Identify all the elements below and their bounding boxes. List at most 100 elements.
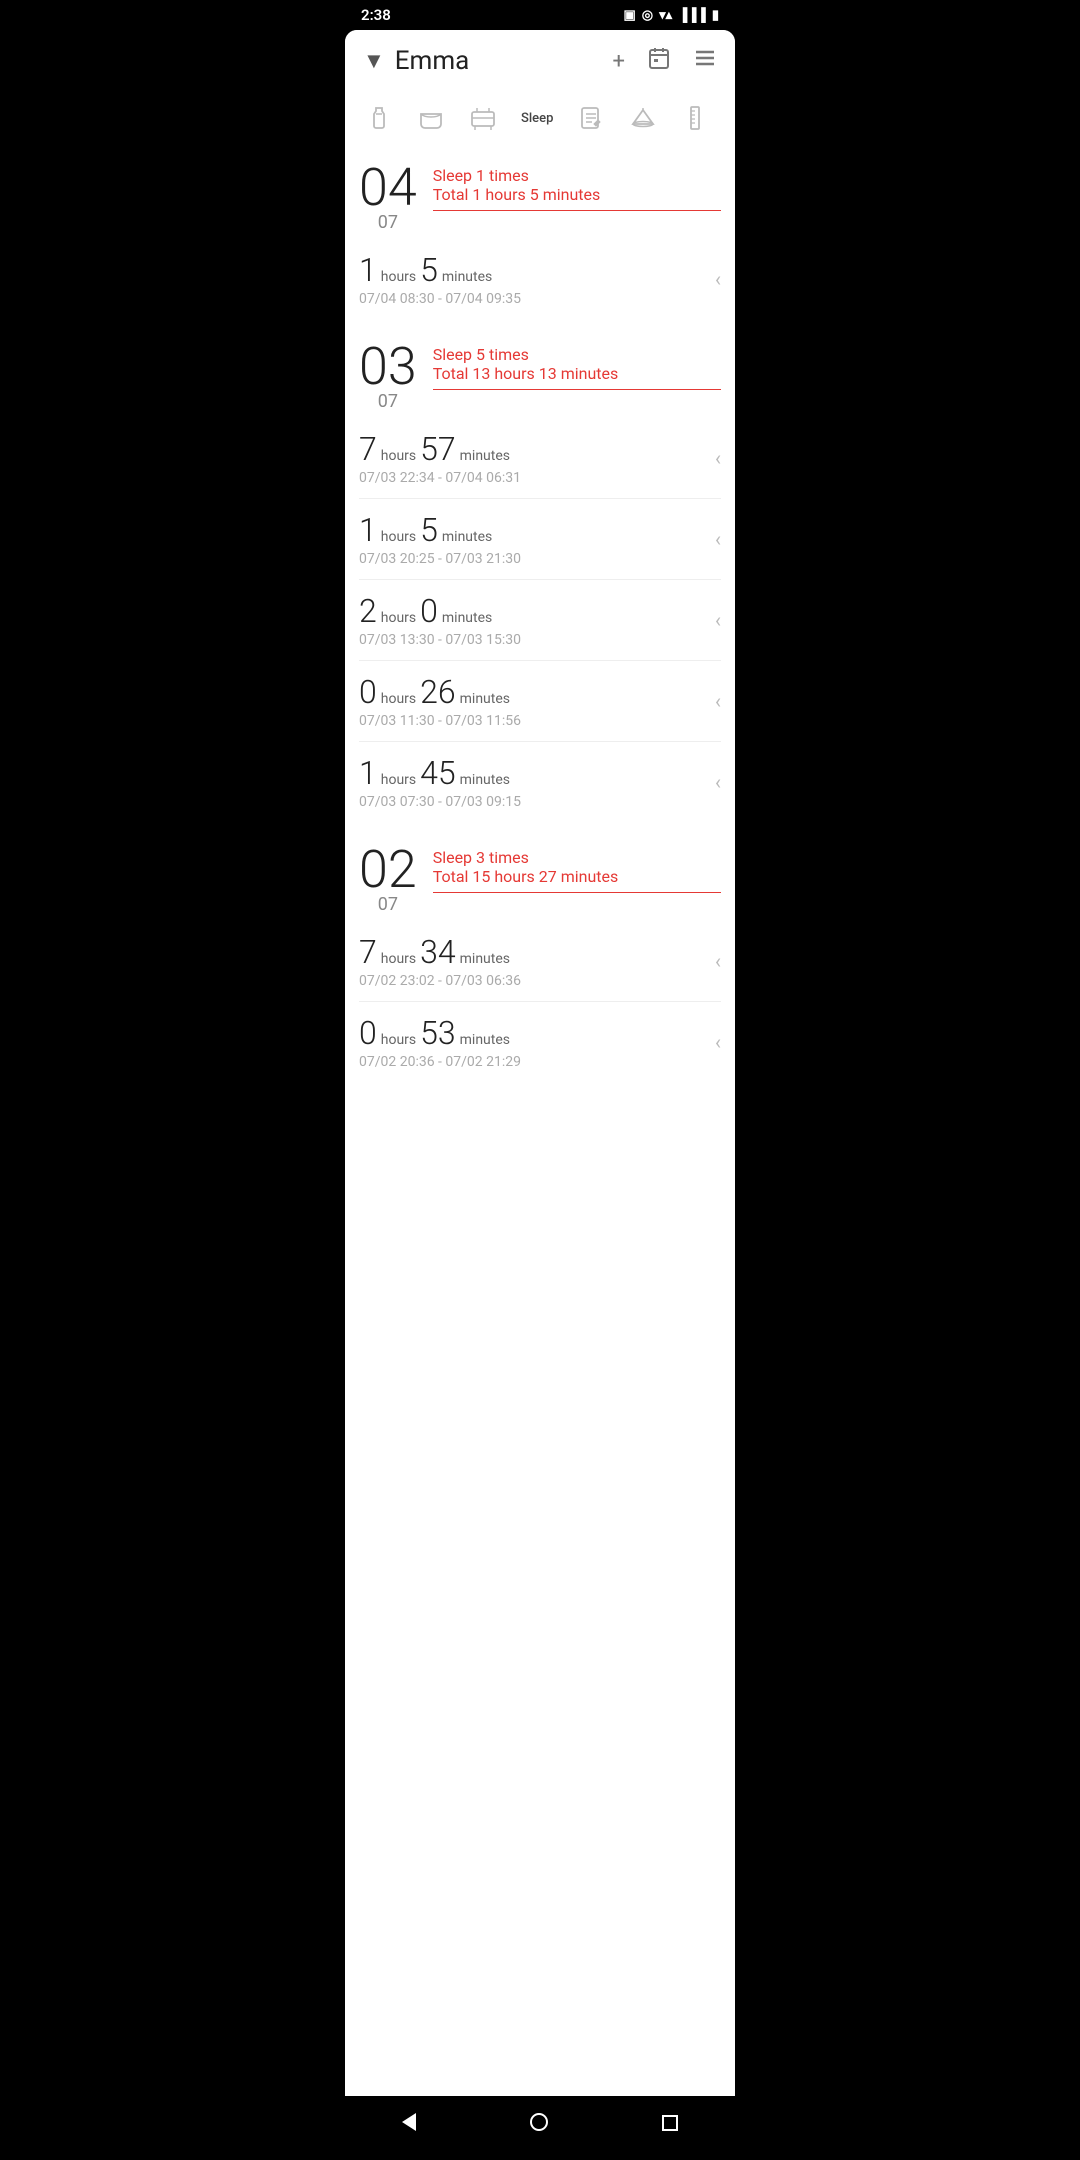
recent-button[interactable] (642, 2108, 698, 2140)
red-divider (433, 389, 721, 390)
sleep-label: Sleep (521, 111, 553, 126)
hours-value: 0 (359, 1014, 377, 1052)
time-range: 07/03 20:25 - 07/03 21:30 (359, 551, 707, 567)
hours-value: 7 (359, 933, 377, 971)
hours-label: hours (381, 448, 416, 464)
chevron-icon: ‹ (707, 689, 721, 713)
day-section-04: 04 07 Sleep 1 times Total 1 hours 5 minu… (359, 148, 721, 319)
day-summary: Sleep 5 times Total 13 hours 13 minutes (433, 341, 721, 390)
category-notes[interactable] (567, 98, 615, 138)
mins-value: 53 (420, 1014, 456, 1052)
day-number-block: 02 07 (359, 844, 417, 915)
hours-value: 7 (359, 430, 377, 468)
hours-label: hours (381, 610, 416, 626)
chevron-icon: ‹ (707, 949, 721, 973)
sleep-entry[interactable]: 1 hours 5 minutes 07/04 08:30 - 07/04 09… (359, 239, 721, 319)
back-button[interactable] (382, 2108, 436, 2140)
duration-line: 2 hours 0 minutes (359, 592, 707, 630)
summary-times: Sleep 5 times (433, 345, 721, 364)
time-range: 07/03 22:34 - 07/04 06:31 (359, 470, 707, 486)
chevron-icon: ‹ (707, 1030, 721, 1054)
day-month: 07 (378, 391, 398, 412)
hours-value: 1 (359, 251, 377, 289)
day-header: 04 07 Sleep 1 times Total 1 hours 5 minu… (359, 148, 721, 239)
target-icon: ◎ (642, 8, 653, 23)
category-diaper[interactable] (407, 98, 455, 138)
summary-total: Total 15 hours 27 minutes (433, 867, 721, 886)
chevron-icon: ‹ (707, 527, 721, 551)
sleep-entry[interactable]: 1 hours 5 minutes 07/03 20:25 - 07/03 21… (359, 499, 721, 580)
time-range: 07/04 08:30 - 07/04 09:35 (359, 291, 707, 307)
summary-total: Total 13 hours 13 minutes (433, 364, 721, 383)
sleep-duration: 7 hours 57 minutes 07/03 22:34 - 07/04 0… (359, 430, 707, 486)
mins-label: minutes (460, 951, 510, 967)
summary-times: Sleep 3 times (433, 848, 721, 867)
menu-button[interactable] (693, 46, 717, 76)
day-month: 07 (378, 212, 398, 233)
hours-label: hours (381, 691, 416, 707)
add-button[interactable]: + (613, 49, 625, 74)
mins-label: minutes (460, 772, 510, 788)
hours-value: 1 (359, 511, 377, 549)
summary-total: Total 1 hours 5 minutes (433, 185, 721, 204)
category-bottle[interactable] (355, 98, 403, 138)
header: ▼ Emma + (345, 30, 735, 92)
signal-icon: ▐▐▐ (678, 7, 706, 23)
sleep-duration: 0 hours 53 minutes 07/02 20:36 - 07/02 2… (359, 1014, 707, 1070)
hours-value: 2 (359, 592, 377, 630)
sleep-entry[interactable]: 2 hours 0 minutes 07/03 13:30 - 07/03 15… (359, 580, 721, 661)
mins-label: minutes (460, 1032, 510, 1048)
day-number-block: 03 07 (359, 341, 417, 412)
summary-times: Sleep 1 times (433, 166, 721, 185)
chevron-icon: ‹ (707, 770, 721, 794)
mins-label: minutes (460, 448, 510, 464)
day-summary: Sleep 1 times Total 1 hours 5 minutes (433, 162, 721, 211)
sleep-entry[interactable]: 7 hours 57 minutes 07/03 22:34 - 07/04 0… (359, 418, 721, 499)
mins-value: 57 (420, 430, 456, 468)
sleep-duration: 1 hours 5 minutes 07/04 08:30 - 07/04 09… (359, 251, 707, 307)
day-section-03: 03 07 Sleep 5 times Total 13 hours 13 mi… (359, 327, 721, 822)
mins-value: 34 (420, 933, 456, 971)
duration-line: 1 hours 45 minutes (359, 754, 707, 792)
wifi-icon: ▾▴ (659, 8, 672, 23)
day-section-02: 02 07 Sleep 3 times Total 15 hours 27 mi… (359, 830, 721, 1082)
day-month: 07 (378, 894, 398, 915)
mins-value: 26 (420, 673, 456, 711)
hours-value: 0 (359, 673, 377, 711)
hours-label: hours (381, 772, 416, 788)
time-range: 07/03 13:30 - 07/03 15:30 (359, 632, 707, 648)
time-range: 07/03 07:30 - 07/03 09:15 (359, 794, 707, 810)
sleep-duration: 1 hours 5 minutes 07/03 20:25 - 07/03 21… (359, 511, 707, 567)
red-divider (433, 210, 721, 211)
dropdown-button[interactable]: ▼ (363, 48, 385, 74)
hours-value: 1 (359, 754, 377, 792)
category-scale[interactable] (619, 98, 667, 138)
day-header: 02 07 Sleep 3 times Total 15 hours 27 mi… (359, 830, 721, 921)
home-button[interactable] (510, 2108, 568, 2140)
app-container: ▼ Emma + (345, 30, 735, 2154)
category-sleep[interactable]: Sleep (511, 105, 563, 132)
sleep-entry[interactable]: 0 hours 53 minutes 07/02 20:36 - 07/02 2… (359, 1002, 721, 1082)
sleep-duration: 0 hours 26 minutes 07/03 11:30 - 07/03 1… (359, 673, 707, 729)
time-range: 07/02 20:36 - 07/02 21:29 (359, 1054, 707, 1070)
calendar-button[interactable] (647, 46, 671, 76)
sleep-entry[interactable]: 0 hours 26 minutes 07/03 11:30 - 07/03 1… (359, 661, 721, 742)
sleep-entry[interactable]: 1 hours 45 minutes 07/03 07:30 - 07/03 0… (359, 742, 721, 822)
duration-line: 0 hours 26 minutes (359, 673, 707, 711)
day-number: 02 (359, 844, 417, 896)
duration-line: 1 hours 5 minutes (359, 511, 707, 549)
day-number: 03 (359, 341, 417, 393)
day-header: 03 07 Sleep 5 times Total 13 hours 13 mi… (359, 327, 721, 418)
category-height[interactable] (671, 98, 719, 138)
category-nav: Sleep (345, 92, 735, 148)
chevron-icon: ‹ (707, 608, 721, 632)
mins-value: 5 (420, 511, 438, 549)
status-icons: ▣ ◎ ▾▴ ▐▐▐ ▮ (624, 7, 720, 23)
sleep-duration: 7 hours 34 minutes 07/02 23:02 - 07/03 0… (359, 933, 707, 989)
mins-label: minutes (442, 610, 492, 626)
sleep-entry[interactable]: 7 hours 34 minutes 07/02 23:02 - 07/03 0… (359, 921, 721, 1002)
duration-line: 7 hours 57 minutes (359, 430, 707, 468)
day-number-block: 04 07 (359, 162, 417, 233)
category-crib[interactable] (459, 98, 507, 138)
duration-line: 1 hours 5 minutes (359, 251, 707, 289)
